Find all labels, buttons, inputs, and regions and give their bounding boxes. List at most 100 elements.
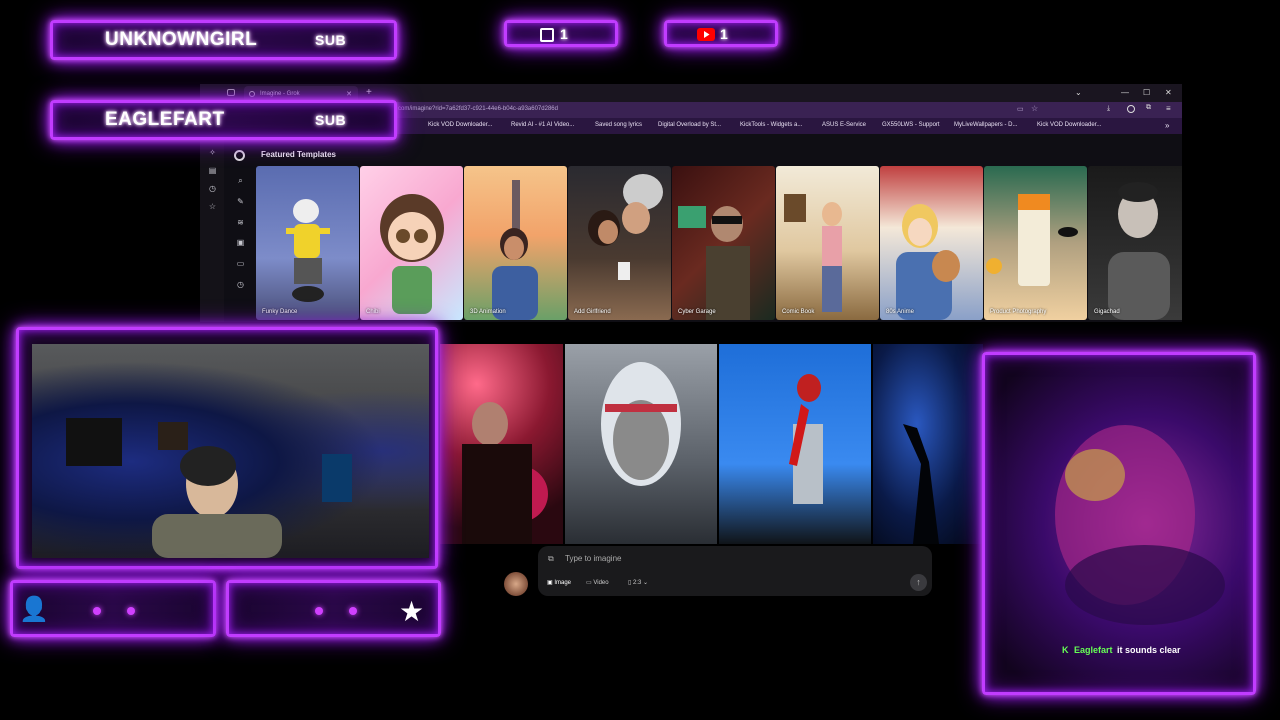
alert-art: [1055, 425, 1225, 625]
bookmark-star-icon[interactable]: ☆: [1031, 104, 1038, 113]
tab-actions-icon[interactable]: [227, 89, 235, 96]
install-app-icon[interactable]: ▭: [1017, 105, 1024, 113]
tab-list-icon[interactable]: ⌄: [1075, 88, 1082, 97]
comic-figure: [784, 194, 842, 312]
chibi-figure: [380, 194, 444, 314]
template-label: Comic Book: [782, 309, 815, 315]
alert-panel: K Eaglefart it sounds clear: [982, 352, 1256, 695]
grok-sidebar: ✧ ▤ ◷ ☆: [200, 134, 224, 322]
search-icon[interactable]: ⌕: [236, 176, 245, 185]
kick-icon: K: [1062, 645, 1069, 655]
template-label: 3D Animation: [470, 309, 506, 315]
send-button[interactable]: ↑: [910, 574, 927, 591]
promptbar-avatar[interactable]: [504, 572, 528, 596]
bookmark-item[interactable]: Revid AI - #1 AI Video...: [511, 122, 574, 128]
tab-title: Imagine - Grok: [260, 91, 300, 97]
url-text[interactable]: com/imagine?rid=7a62fd37-c921-44e6-b04c-…: [398, 106, 558, 112]
template-card[interactable]: Funky Dance: [256, 166, 359, 320]
webcam-feed: [32, 344, 429, 558]
bookmark-item[interactable]: MyLiveWallpapers - D...: [954, 122, 1017, 128]
twitch-icon: [540, 28, 554, 42]
more-bookmarks-icon[interactable]: »: [1165, 121, 1169, 130]
youtube-counter: 1: [664, 20, 778, 47]
sub-banner-1: UNKNOWNGIRL SUB: [50, 20, 397, 60]
dance-figure: [286, 199, 330, 302]
sparkle-icon[interactable]: ✧: [208, 148, 217, 157]
profile-icon[interactable]: [1127, 105, 1135, 113]
aspect-ratio-value: 2:3: [632, 580, 642, 586]
template-label: Chibi: [366, 309, 380, 315]
aspect-ratio-select[interactable]: ▯ 2:3 ⌄: [628, 579, 648, 586]
glow-dot: [127, 607, 135, 615]
menu-icon[interactable]: ≡: [1166, 104, 1171, 113]
chat-username: Eaglefart: [1074, 645, 1113, 655]
template-label: Cyber Garage: [678, 309, 716, 315]
add-user-icon: 👤: [19, 596, 49, 623]
imagine-icon[interactable]: ▣: [236, 238, 245, 247]
bookmark-item[interactable]: Kick VOD Downloader...: [428, 122, 492, 128]
template-card[interactable]: Product Photography: [984, 166, 1087, 320]
template-card[interactable]: Cyber Garage: [672, 166, 775, 320]
cyber-figure: [678, 206, 750, 320]
chat-message: it sounds clear: [1117, 645, 1181, 655]
sub-name: EAGLEFART: [105, 109, 225, 130]
minimize-icon[interactable]: —: [1121, 88, 1129, 97]
history-icon[interactable]: ◷: [236, 280, 245, 289]
grok-logo-icon[interactable]: [234, 150, 245, 161]
gallery-image[interactable]: [440, 344, 563, 544]
maximize-icon[interactable]: ☐: [1143, 88, 1150, 97]
prompt-bar: ⧉ Type to imagine ▣ Image ▭ Video ▯ 2:3 …: [538, 546, 932, 596]
close-tab-icon[interactable]: ✕: [346, 90, 352, 98]
history-icon[interactable]: ◷: [208, 184, 217, 193]
template-label: Product Photography: [990, 309, 1047, 315]
template-card[interactable]: Gigachad: [1088, 166, 1182, 320]
sub-name: UNKNOWNGIRL: [105, 29, 258, 50]
bottom-bar-left: 👤: [10, 580, 216, 637]
voice-icon[interactable]: ≋: [236, 218, 245, 227]
star-icon: ★: [399, 596, 425, 627]
sub-banner-2: EAGLEFART SUB: [50, 100, 397, 140]
webcam-frame: [16, 327, 438, 569]
bookmark-item[interactable]: Digital Overload by St...: [658, 122, 721, 128]
edit-icon[interactable]: ✎: [236, 197, 245, 206]
bookmark-item[interactable]: ASUS E-Service: [822, 122, 866, 128]
bottom-bar-right: ★: [226, 580, 441, 637]
bookmark-item[interactable]: KickTools - Widgets a...: [740, 122, 802, 128]
glow-dot: [93, 607, 101, 615]
couple-figure: [588, 174, 663, 280]
template-card[interactable]: 3D Animation: [464, 166, 567, 320]
template-label: Gigachad: [1094, 309, 1120, 315]
gallery-image[interactable]: [719, 344, 871, 544]
image-mode-button[interactable]: ▣ Image: [547, 579, 571, 586]
animation-figure: [492, 180, 538, 320]
video-mode-button[interactable]: ▭ Video: [586, 579, 609, 586]
anime-figure: [896, 204, 960, 320]
extensions-icon[interactable]: ⧉: [1146, 104, 1151, 112]
star-icon[interactable]: ☆: [208, 202, 217, 211]
section-title: Featured Templates: [261, 150, 336, 159]
close-window-icon[interactable]: ✕: [1165, 88, 1172, 97]
bookmark-item[interactable]: Kick VOD Downloader...: [1037, 122, 1101, 128]
download-icon[interactable]: ⤓: [1107, 105, 1110, 113]
new-tab-icon[interactable]: +: [366, 87, 372, 98]
product-figure: [986, 194, 1078, 286]
image-icon[interactable]: ▤: [208, 166, 217, 175]
bookmark-item[interactable]: Saved song lyrics: [595, 122, 642, 128]
prompt-input[interactable]: Type to imagine: [565, 554, 621, 563]
gallery-image[interactable]: [565, 344, 717, 544]
bookmark-item[interactable]: GX550LWS - Support: [882, 122, 940, 128]
folder-icon[interactable]: ▭: [236, 259, 245, 268]
template-card[interactable]: 80s Anime: [880, 166, 983, 320]
image-mode-label: Image: [554, 580, 572, 586]
template-card[interactable]: Chibi: [360, 166, 463, 320]
template-card[interactable]: Comic Book: [776, 166, 879, 320]
template-label: 80s Anime: [886, 309, 915, 315]
template-card[interactable]: Add Girlfriend: [568, 166, 671, 320]
gallery-image[interactable]: [873, 344, 983, 544]
sub-tag: SUB: [315, 112, 347, 128]
attach-icon[interactable]: ⧉: [548, 554, 554, 564]
template-label: Add Girlfriend: [574, 309, 611, 315]
twitch-counter: 1: [504, 20, 618, 47]
youtube-icon: [697, 28, 715, 41]
grok-favicon-icon: [249, 91, 255, 97]
